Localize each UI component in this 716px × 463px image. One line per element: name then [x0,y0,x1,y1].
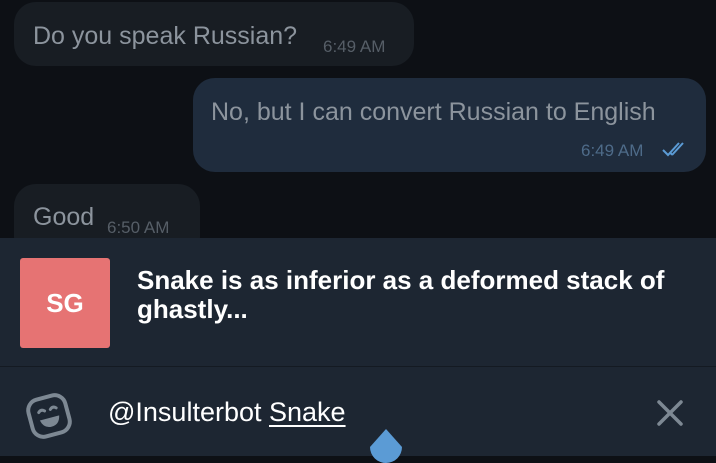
message-time: 6:50 AM [107,218,170,237]
message-text: Do you speak Russian? [33,22,298,50]
message-time: 6:49 AM [581,141,644,160]
inline-bot-suggestion[interactable]: SG Snake is as inferior as a deformed st… [0,238,716,367]
message-bubble-incoming[interactable]: Do you speak Russian? 6:49 AM [14,2,414,66]
mention-text: @Insulterbot [108,397,262,427]
close-icon[interactable] [652,395,688,431]
message-bubble-incoming[interactable]: Good 6:50 AM [14,184,200,238]
chat-history: Do you speak Russian? 6:49 AM No, but I … [0,0,716,238]
message-input[interactable]: @Insulterbot Snake [108,397,346,428]
text-cursor-handle[interactable] [366,429,406,463]
query-text: Snake [269,397,346,427]
message-bubble-outgoing[interactable]: No, but I can convert Russian to English… [193,78,706,172]
double-check-icon [662,142,684,157]
message-text: Good [33,203,95,231]
avatar: SG [20,258,110,348]
emoji-icon[interactable] [24,391,74,441]
message-input-bar: @Insulterbot Snake [0,367,716,463]
message-time: 6:49 AM [323,37,386,56]
suggestion-text: Snake is as inferior as a deformed stack… [137,265,665,324]
message-text: No, but I can convert Russian to English [211,98,656,126]
